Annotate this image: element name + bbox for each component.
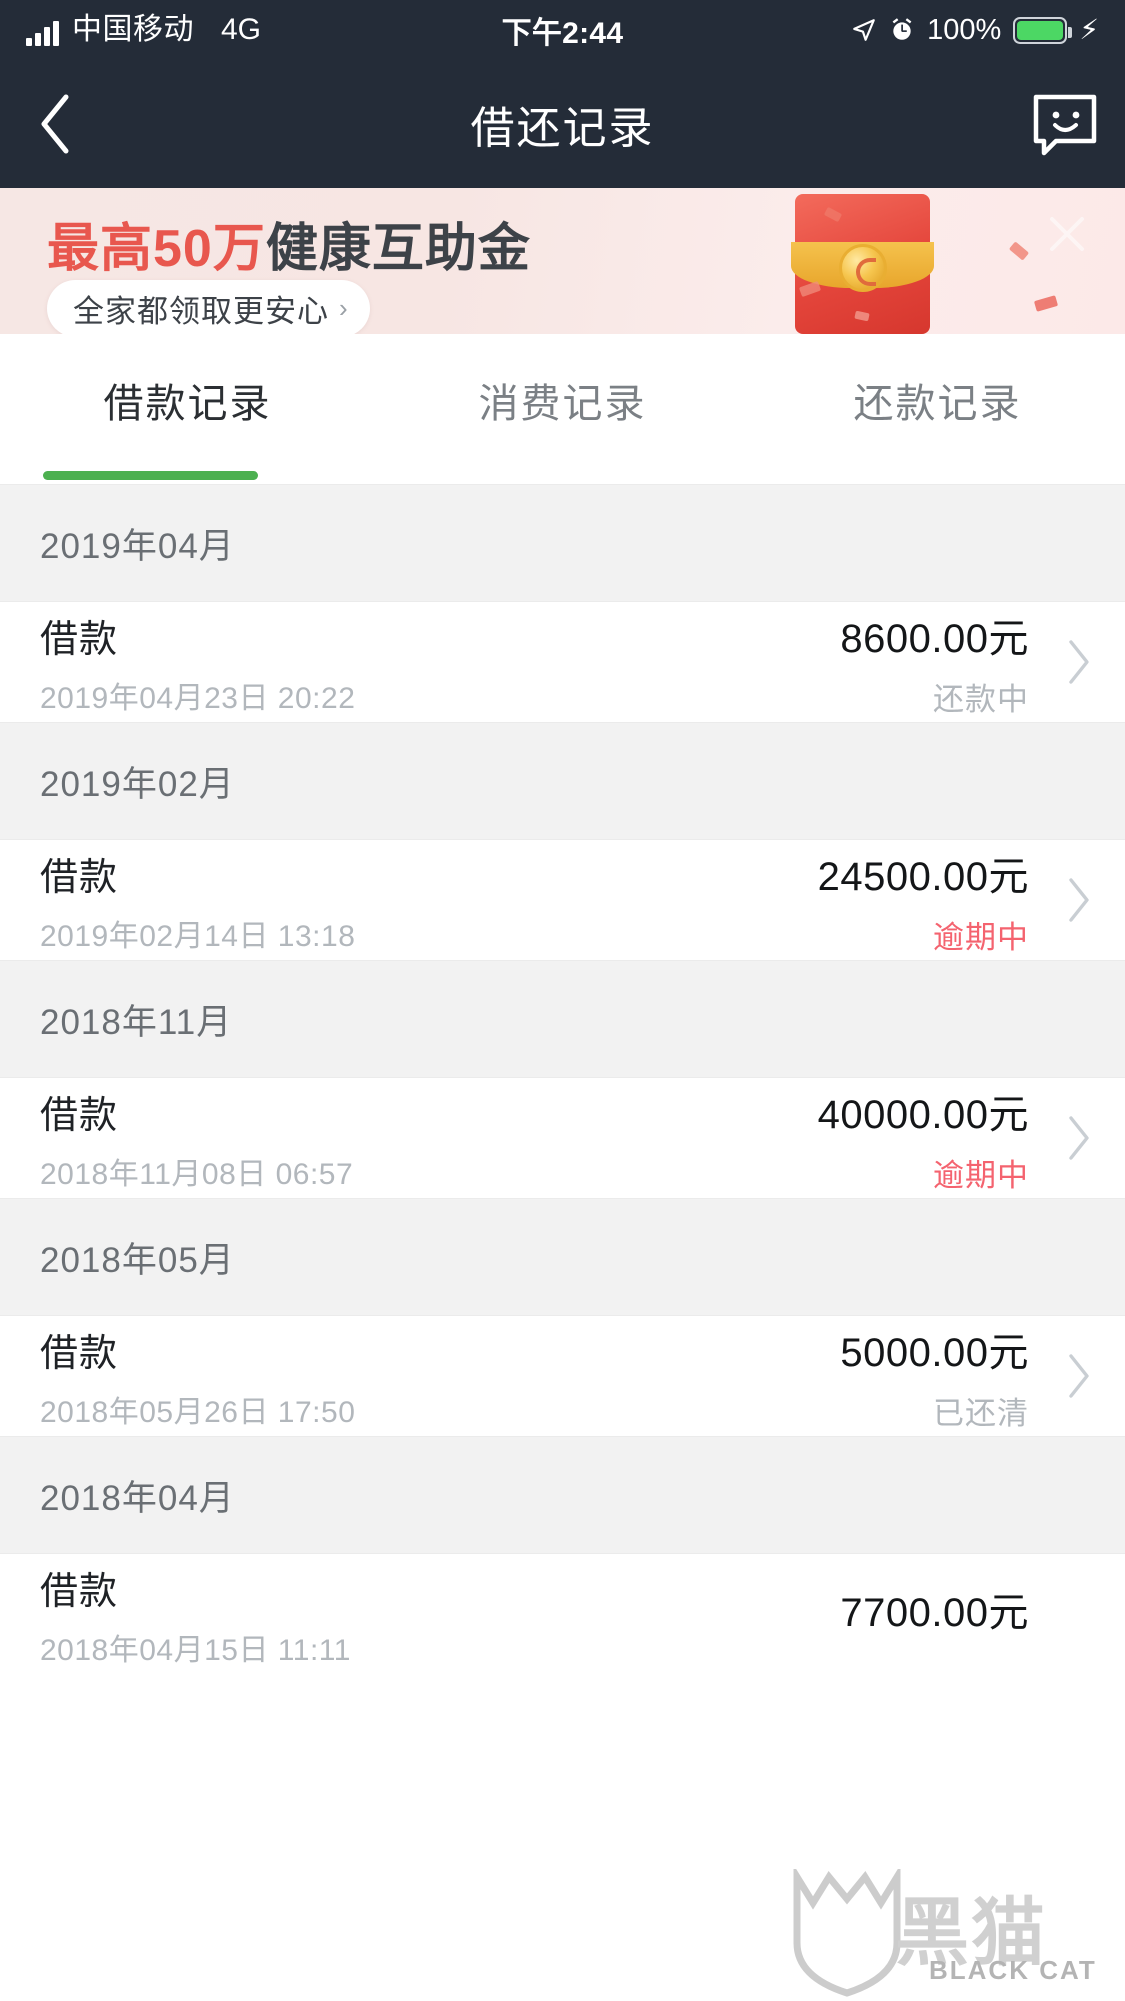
watermark: 黑猫 BLACK CAT (777, 1869, 1107, 1997)
row-primary: 借款 2018年11月08日 06:57 (40, 1084, 353, 1193)
row-amount-label: 5000.00元 (840, 1330, 1029, 1375)
row-amount-label: 8600.00元 (840, 616, 1029, 661)
tab-bar: 借款记录 消费记录 还款记录 (0, 334, 1125, 484)
row-amount-label: 40000.00元 (817, 1092, 1029, 1137)
section-header: 2019年02月 (0, 722, 1125, 840)
row-primary: 借款 2018年04月15日 11:11 (40, 1560, 351, 1669)
section-header: 2018年11月 (0, 960, 1125, 1078)
records-list: 2019年04月 借款 2019年04月23日 20:22 8600.00元 还… (0, 484, 1125, 1674)
close-x-icon[interactable] (1045, 212, 1089, 256)
row-date-label: 2018年05月26日 17:50 (40, 1395, 356, 1429)
table-row[interactable]: 借款 2018年05月26日 17:50 5000.00元 已还清 (0, 1316, 1125, 1436)
phone-screen: 中国移动 4G 下午2:44 100% ⚡ 借还记录 最高50万健康互助金 全家… (0, 0, 1125, 2001)
row-primary: 借款 2019年02月14日 13:18 (40, 846, 355, 955)
row-type-label: 借款 (40, 856, 119, 899)
tab-active-indicator (43, 471, 258, 480)
table-row[interactable]: 借款 2019年02月14日 13:18 24500.00元 逾期中 (0, 840, 1125, 960)
row-date-label: 2018年11月08日 06:57 (40, 1157, 354, 1191)
chevron-right-icon (1069, 640, 1089, 684)
tab-repayment-records[interactable]: 还款记录 (750, 334, 1125, 484)
row-type-label: 借款 (40, 1570, 119, 1613)
status-badge: 已还清 (933, 1395, 1029, 1431)
banner-headline: 最高50万健康互助金 (47, 206, 531, 281)
cat-shield-icon (793, 1869, 901, 1997)
battery-full-icon (1013, 16, 1073, 44)
row-amount-label: 7700.00元 (840, 1591, 1029, 1635)
nav-bar: 借还记录 (0, 60, 1125, 188)
tab-spending-records[interactable]: 消费记录 (375, 334, 750, 484)
row-amount-label: 24500.00元 (817, 854, 1029, 899)
watermark-brand-sub: BLACK CAT (929, 1955, 1097, 1985)
page-title: 借还记录 (470, 104, 655, 153)
row-secondary: 24500.00元 逾期中 (818, 844, 1085, 957)
section-header: 2018年05月 (0, 1198, 1125, 1316)
row-secondary: 7700.00元 (840, 1580, 1085, 1648)
banner-cta-button[interactable]: 全家都领取更安心 › (47, 280, 370, 334)
row-date-label: 2018年04月15日 11:11 (40, 1633, 351, 1667)
row-secondary: 5000.00元 已还清 (840, 1320, 1085, 1433)
status-bar: 中国移动 4G 下午2:44 100% ⚡ (0, 0, 1125, 60)
table-row[interactable]: 借款 2018年11月08日 06:57 40000.00元 逾期中 (0, 1078, 1125, 1198)
banner-cta-label: 全家都领取更安心 (73, 294, 329, 329)
clock-label: 下午2:44 (501, 17, 624, 50)
confetti-piece (1033, 295, 1059, 312)
banner-headline-highlight: 最高50万 (47, 220, 266, 278)
chevron-right-icon: › (339, 293, 348, 323)
row-date-label: 2019年02月14日 13:18 (40, 919, 356, 953)
row-primary: 借款 2018年05月26日 17:50 (40, 1322, 355, 1431)
chevron-right-icon (1069, 1116, 1089, 1160)
row-type-label: 借款 (40, 1332, 119, 1375)
chevron-right-icon (1069, 1354, 1089, 1398)
status-badge: 逾期中 (933, 919, 1029, 955)
row-type-label: 借款 (40, 1094, 119, 1137)
banner-headline-rest: 健康互助金 (265, 220, 531, 278)
confetti-piece (1008, 241, 1030, 261)
row-date-label: 2019年04月23日 20:22 (40, 681, 356, 715)
table-row[interactable]: 借款 2018年04月15日 11:11 7700.00元 (0, 1554, 1125, 1674)
status-badge: 逾期中 (933, 1157, 1029, 1193)
tab-label: 借款记录 (103, 382, 272, 426)
tab-label: 还款记录 (853, 382, 1022, 426)
row-secondary: 40000.00元 逾期中 (818, 1082, 1085, 1195)
section-header: 2018年04月 (0, 1436, 1125, 1554)
tab-loan-records[interactable]: 借款记录 (0, 334, 375, 484)
tab-label: 消费记录 (478, 382, 647, 426)
row-primary: 借款 2019年04月23日 20:22 (40, 608, 355, 717)
watermark-brand: 黑猫 (895, 1891, 1047, 1974)
row-type-label: 借款 (40, 618, 119, 661)
row-secondary: 8600.00元 还款中 (840, 606, 1085, 719)
status-badge: 还款中 (933, 681, 1029, 717)
promo-banner[interactable]: 最高50万健康互助金 全家都领取更安心 › (0, 188, 1125, 334)
table-row[interactable]: 借款 2019年04月23日 20:22 8600.00元 还款中 (0, 602, 1125, 722)
section-header: 2019年04月 (0, 484, 1125, 602)
chevron-right-icon (1069, 878, 1089, 922)
